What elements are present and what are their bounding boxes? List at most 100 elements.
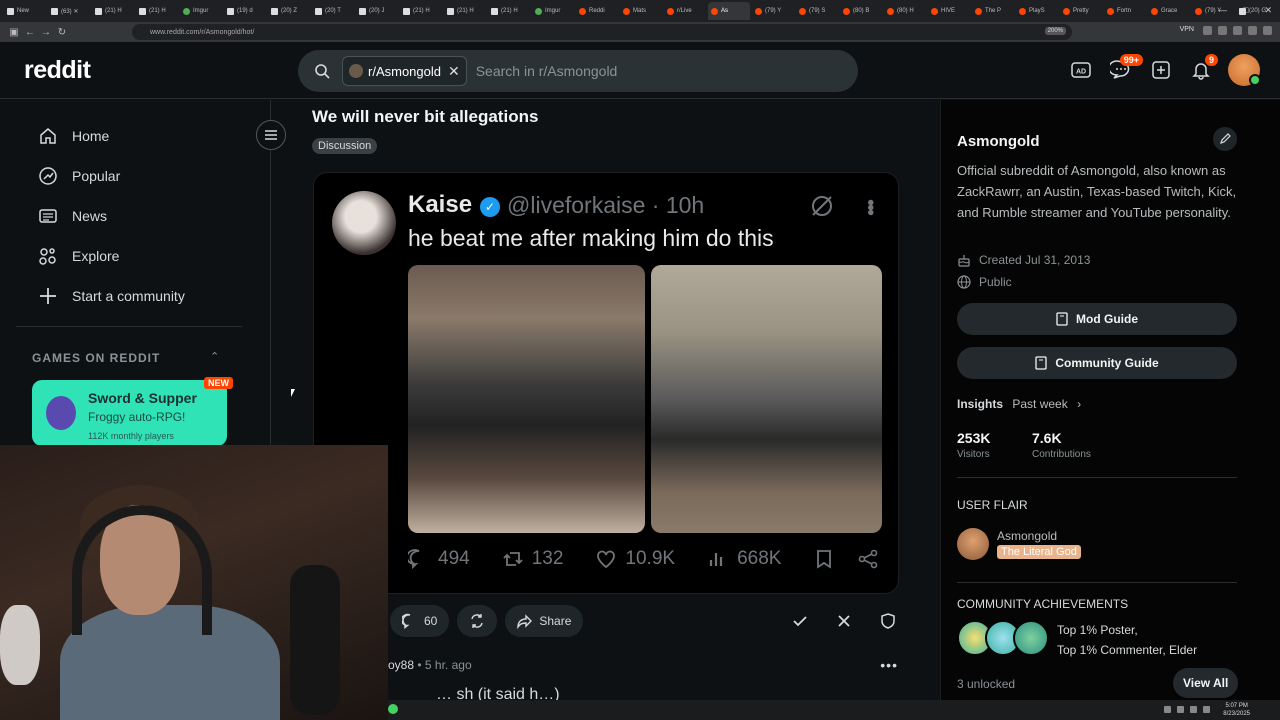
- tab-favicon-icon: [359, 7, 366, 15]
- browser-tab[interactable]: (20) Z: [268, 2, 310, 20]
- browser-tab[interactable]: Grace: [1148, 2, 1190, 20]
- browser-tab[interactable]: (20) J: [356, 2, 398, 20]
- sidebar-toggle-icon[interactable]: ▣: [6, 27, 22, 38]
- browser-tab[interactable]: (79) Y: [752, 2, 794, 20]
- achievement-text: Top 1% Poster, Top 1% Commenter, Elder: [1057, 620, 1197, 660]
- browser-tab[interactable]: r/Live: [664, 2, 706, 20]
- tray-icon[interactable]: [1190, 706, 1197, 713]
- browser-tab[interactable]: (80) B: [840, 2, 882, 20]
- clear-chip-icon[interactable]: ✕: [448, 63, 460, 80]
- app-icon[interactable]: [388, 704, 398, 714]
- achievement-icons[interactable]: [957, 620, 1049, 656]
- browser-tab[interactable]: (80) H: [884, 2, 926, 20]
- tray-icon[interactable]: [1177, 706, 1184, 713]
- browser-tab[interactable]: Pretty: [1060, 2, 1102, 20]
- close-window-icon[interactable]: ✕: [1264, 5, 1272, 16]
- post-image[interactable]: Kaise ✓ @liveforkaise · 10h he beat me a…: [313, 172, 899, 594]
- tray-icon[interactable]: [1164, 706, 1171, 713]
- post-flair[interactable]: Discussion: [312, 138, 378, 154]
- extension-icon[interactable]: [1203, 26, 1212, 35]
- chevron-up-icon[interactable]: ⌃: [210, 350, 219, 363]
- community-guide-label: Community Guide: [1055, 356, 1159, 370]
- reddit-logo[interactable]: reddit: [24, 56, 91, 85]
- extension-icon[interactable]: [1248, 26, 1257, 35]
- extension-icon[interactable]: [1263, 26, 1272, 35]
- browser-tab[interactable]: HIVE: [928, 2, 970, 20]
- browser-tab[interactable]: As: [708, 2, 750, 20]
- url-field[interactable]: www.reddit.com/r/Asmongold/hot/: [132, 24, 1072, 40]
- user-flair-avatar[interactable]: [957, 528, 989, 560]
- comment-more-icon[interactable]: •••: [880, 657, 898, 673]
- edit-icon[interactable]: [1213, 127, 1237, 151]
- tweet-photo: [408, 265, 645, 533]
- browser-tab[interactable]: (20) T: [312, 2, 354, 20]
- sidebar-item-popular[interactable]: Popular: [38, 166, 120, 186]
- tweet-avatar: [332, 191, 396, 255]
- community-guide-button[interactable]: Community Guide: [957, 347, 1237, 379]
- tab-favicon-icon: [887, 7, 894, 15]
- share-button[interactable]: Share: [505, 605, 584, 637]
- reload-icon[interactable]: ↻: [54, 27, 70, 38]
- browser-tab[interactable]: (21) H: [92, 2, 134, 20]
- maximize-icon[interactable]: □: [1243, 5, 1248, 16]
- games-heading[interactable]: GAMES ON REDDIT: [32, 351, 160, 365]
- search-input[interactable]: Search in r/Asmongold: [476, 63, 618, 79]
- sidebar-item-news[interactable]: News: [38, 206, 107, 226]
- sidebar-item-explore[interactable]: Explore: [38, 246, 119, 266]
- post-title[interactable]: We will never bit allegations: [312, 107, 538, 127]
- comments-button[interactable]: 60: [390, 605, 450, 637]
- browser-tab[interactable]: (63) ✕: [48, 2, 90, 20]
- browser-tab[interactable]: (79) S: [796, 2, 838, 20]
- extension-icon[interactable]: [1218, 26, 1227, 35]
- approve-icon[interactable]: [786, 607, 814, 635]
- notifications-bell-icon[interactable]: 9: [1188, 54, 1218, 83]
- user-flair-name[interactable]: Asmongold: [997, 529, 1057, 543]
- comment-icon: [402, 613, 411, 629]
- advertise-icon[interactable]: AD: [1068, 57, 1094, 83]
- browser-tab[interactable]: New: [4, 2, 46, 20]
- browser-tab[interactable]: The P: [972, 2, 1014, 20]
- browser-tab[interactable]: Reddi: [576, 2, 618, 20]
- menu-icon: [265, 130, 277, 140]
- back-icon[interactable]: ←: [22, 27, 38, 38]
- comment-author[interactable]: oy88: [388, 658, 414, 672]
- collapse-sidebar-button[interactable]: [256, 120, 286, 150]
- browser-tab[interactable]: (21) H: [444, 2, 486, 20]
- taskbar-clock[interactable]: 5:07 PM 8/23/2025: [1223, 702, 1250, 718]
- zoom-indicator[interactable]: 200%: [1044, 27, 1066, 35]
- view-all-button[interactable]: View All: [1173, 668, 1239, 698]
- tweet-replies: 494: [408, 548, 470, 570]
- subreddit-search-chip[interactable]: r/Asmongold ✕: [342, 56, 467, 86]
- browser-tab[interactable]: PlayS: [1016, 2, 1058, 20]
- extension-icon[interactable]: [1233, 26, 1242, 35]
- search-bar[interactable]: r/Asmongold ✕ Search in r/Asmongold: [298, 50, 858, 92]
- browser-tab[interactable]: (21) H: [400, 2, 442, 20]
- browser-tab[interactable]: (21) H: [488, 2, 530, 20]
- browser-tab[interactable]: Mats: [620, 2, 662, 20]
- create-post-icon[interactable]: [1148, 57, 1174, 83]
- chat-icon[interactable]: 99+: [1108, 54, 1143, 83]
- sidebar-item-start-community[interactable]: Start a community: [38, 286, 185, 306]
- forward-icon[interactable]: →: [38, 27, 54, 38]
- tray-icon[interactable]: [1203, 706, 1210, 713]
- browser-tab[interactable]: Imgur: [532, 2, 574, 20]
- sidebar-item-home[interactable]: Home: [38, 126, 109, 146]
- user-flair-tag[interactable]: The Literal God: [997, 545, 1081, 559]
- minimize-icon[interactable]: —: [1218, 5, 1227, 16]
- browser-tab[interactable]: (19) d: [224, 2, 266, 20]
- tweet-views: 668K: [707, 548, 781, 570]
- game-card[interactable]: Sword & Supper Froggy auto-RPG! 112K mon…: [32, 380, 227, 446]
- vpn-badge[interactable]: VPN: [1180, 26, 1194, 33]
- browser-tab[interactable]: Fortn: [1104, 2, 1146, 20]
- browser-tab[interactable]: (21) H: [136, 2, 178, 20]
- browser-tab[interactable]: Imgur: [180, 2, 222, 20]
- remove-icon[interactable]: [830, 607, 858, 635]
- cake-icon: [958, 255, 970, 267]
- mod-guide-button[interactable]: Mod Guide: [957, 303, 1237, 335]
- notification-badge: 9: [1204, 54, 1218, 66]
- user-avatar[interactable]: [1228, 54, 1261, 86]
- crosspost-button[interactable]: [457, 605, 498, 637]
- insights-header[interactable]: Insights Past week ›: [957, 397, 1081, 411]
- tab-label: (79) Y: [765, 8, 782, 14]
- mod-shield-icon[interactable]: [874, 607, 902, 635]
